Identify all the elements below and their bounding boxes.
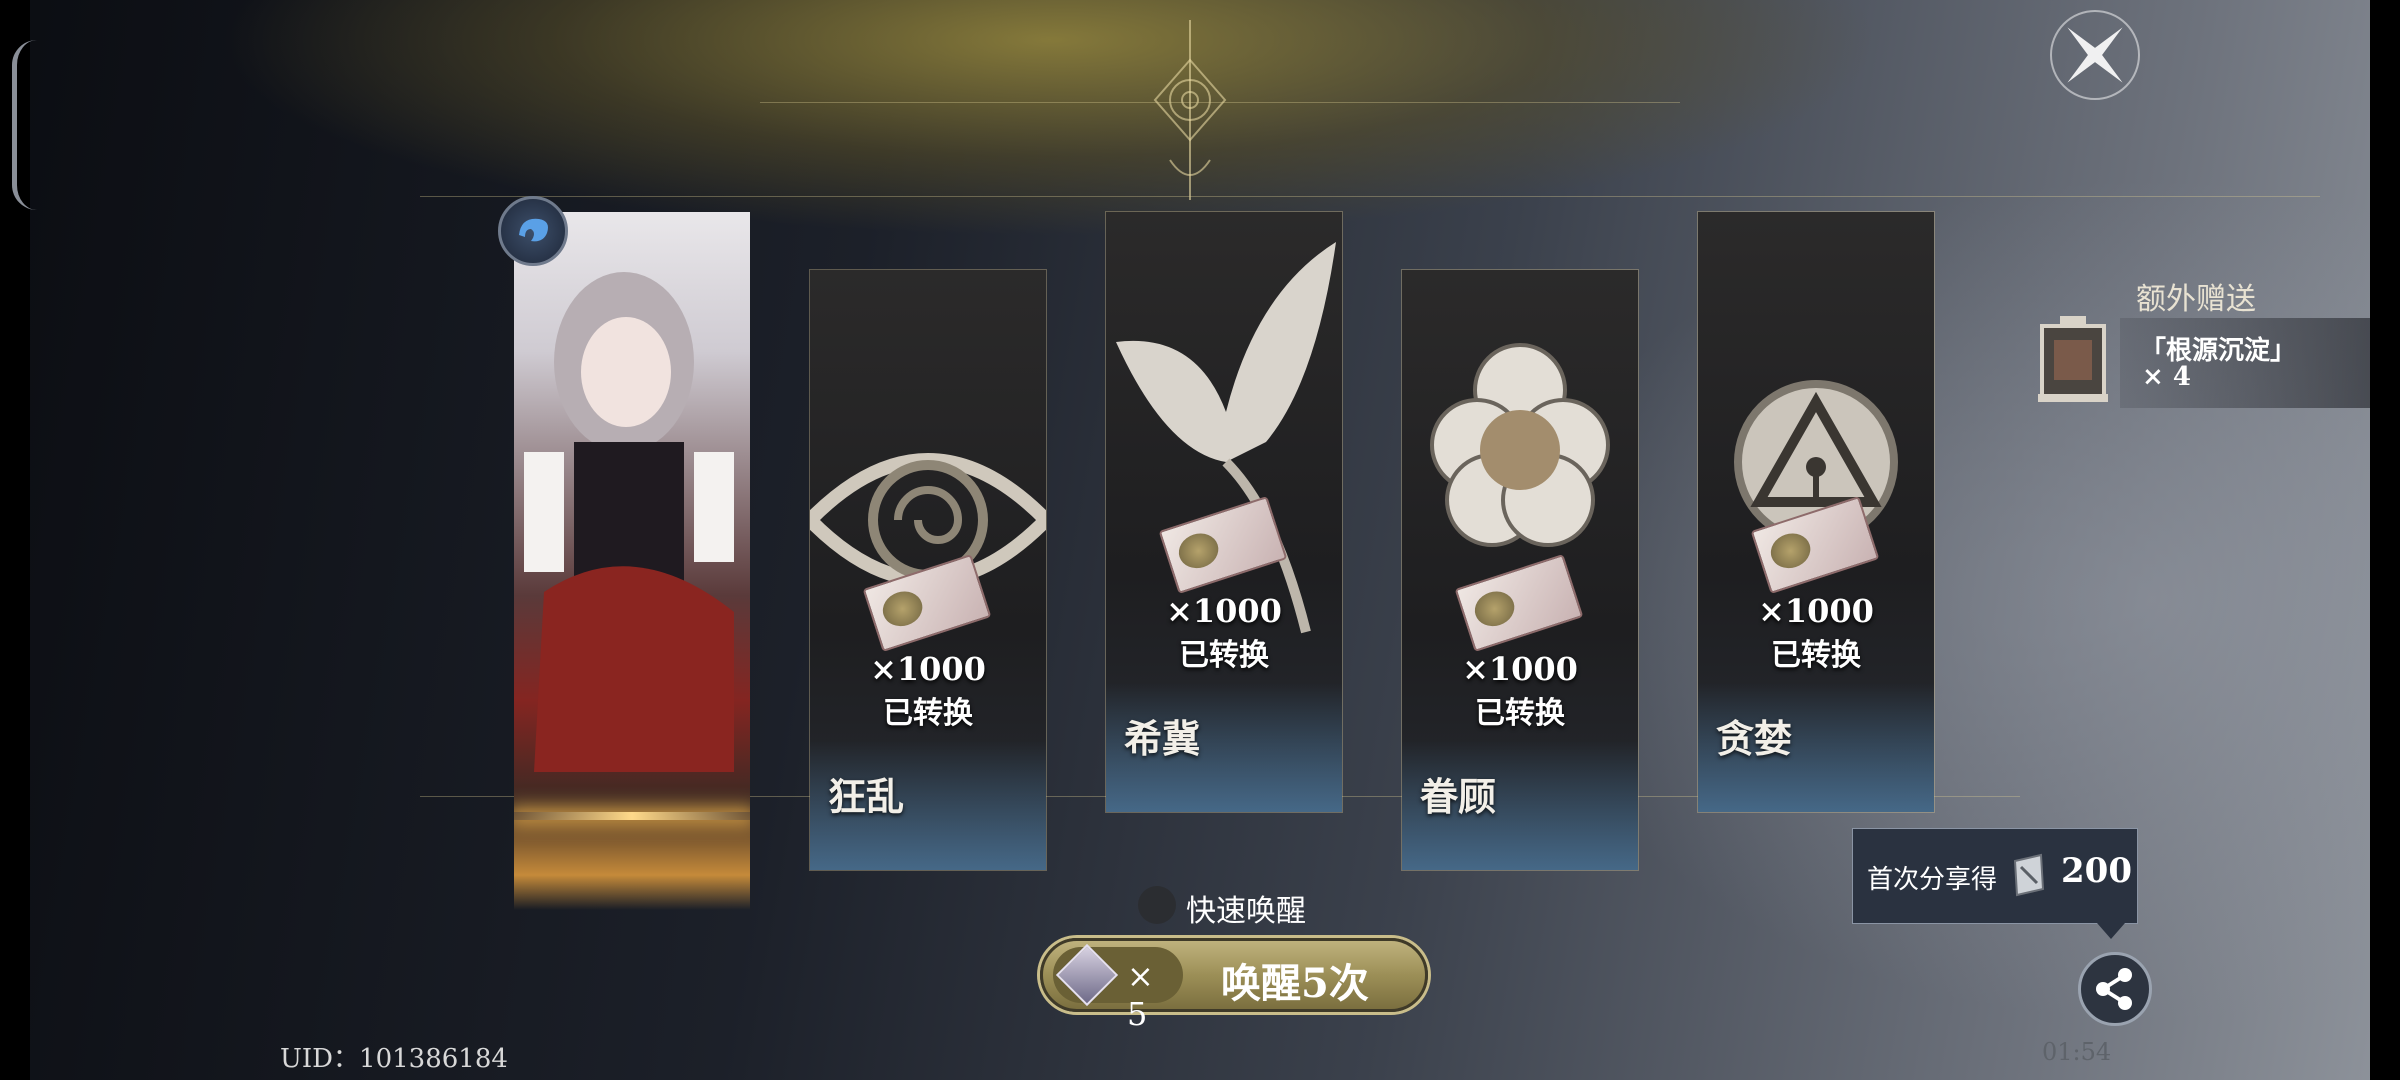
quick-awaken-label[interactable]: 快速唤醒	[1186, 886, 1306, 930]
card-hope[interactable]: ×1000 已转换 希冀	[1106, 212, 1342, 812]
share-icon	[2096, 968, 2132, 1010]
clock-text: 01:54	[2042, 1038, 2112, 1066]
quick-awaken-toggle[interactable]	[1138, 886, 1176, 924]
convert-qty: ×1000	[870, 650, 986, 688]
awaken-ticket-icon	[1055, 943, 1119, 1007]
convert-qty: ×1000	[1758, 592, 1874, 630]
card-name: 希冀	[1124, 716, 1201, 761]
bonus-title: 额外赠送	[2136, 282, 2256, 317]
deco-line	[760, 102, 1680, 103]
card-character[interactable]: 墨菲	[514, 212, 750, 910]
card-frenzy[interactable]: ×1000 已转换 狂乱	[810, 270, 1046, 870]
share-button[interactable]	[2078, 952, 2152, 1026]
convert-status: 已转换	[1771, 638, 1861, 673]
rarity-glow	[514, 812, 750, 820]
convert-status: 已转换	[883, 696, 973, 731]
dragon-element-icon	[519, 218, 548, 242]
element-badge	[498, 196, 568, 266]
convert-status: 已转换	[1179, 638, 1269, 673]
compass-star-icon	[2067, 27, 2123, 83]
lantern-item-icon[interactable]	[2030, 312, 2116, 408]
convert-qty: ×1000	[1462, 650, 1578, 688]
card-greed[interactable]: ×1000 已转换 贪婪	[1698, 212, 1934, 812]
card-name: 眷顾	[1420, 774, 1497, 819]
cost-amount: × 5	[1127, 957, 1154, 1033]
deco-line	[420, 196, 2320, 197]
character-portrait	[524, 272, 734, 772]
share-amount: 200	[2061, 851, 2132, 891]
share-label: 首次分享得	[1867, 865, 1998, 895]
skip-button[interactable]	[2050, 10, 2140, 100]
awaken-label: 唤醒5次	[1221, 960, 1369, 1007]
share-reward-tooltip: 首次分享得 200	[1852, 828, 2138, 939]
awaken-5-button[interactable]: × 5 唤醒5次	[1040, 938, 1428, 1033]
back-handle[interactable]	[12, 40, 37, 210]
top-ornament-icon	[1153, 20, 1227, 200]
uid-text: UID：101386184	[280, 1044, 508, 1074]
card-name: 贪婪	[1716, 716, 1793, 761]
card-favor[interactable]: ×1000 已转换 眷顾	[1402, 270, 1638, 870]
convert-qty: ×1000	[1166, 592, 1282, 630]
convert-status: 已转换	[1475, 696, 1565, 731]
right-bezel	[2370, 0, 2400, 1080]
bonus-item-qty: × 4	[2142, 362, 2191, 392]
currency-icon	[2013, 853, 2045, 897]
card-name: 狂乱	[828, 774, 905, 819]
cost-display: × 5	[1053, 943, 1183, 1033]
